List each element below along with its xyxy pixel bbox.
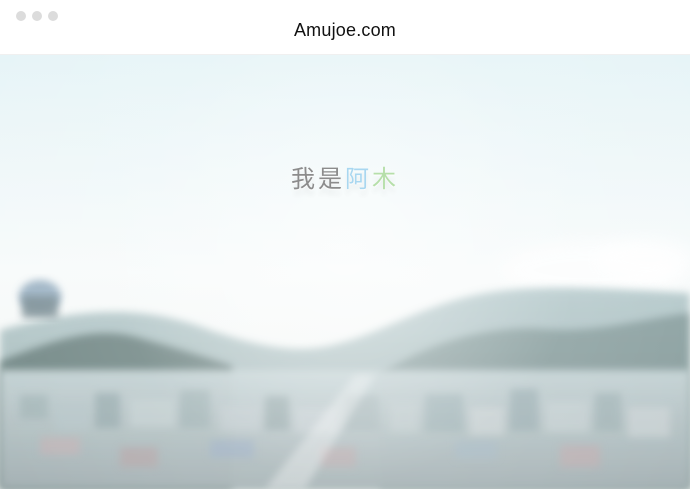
hero-scene xyxy=(0,55,690,489)
site-title: Amujoe.com xyxy=(293,20,397,40)
hero-char-1: 我 xyxy=(291,165,318,193)
hero-headline: 我是阿木 xyxy=(0,165,690,194)
hero-char-2: 是 xyxy=(318,165,345,193)
hero-char-3: 阿 xyxy=(345,165,372,193)
browser-window: Amujoe.com 我是阿木 xyxy=(0,0,690,489)
hero-char-4: 木 xyxy=(372,165,399,193)
window-titlebar: Amujoe.com xyxy=(0,0,690,55)
scene-overlay xyxy=(0,55,690,489)
